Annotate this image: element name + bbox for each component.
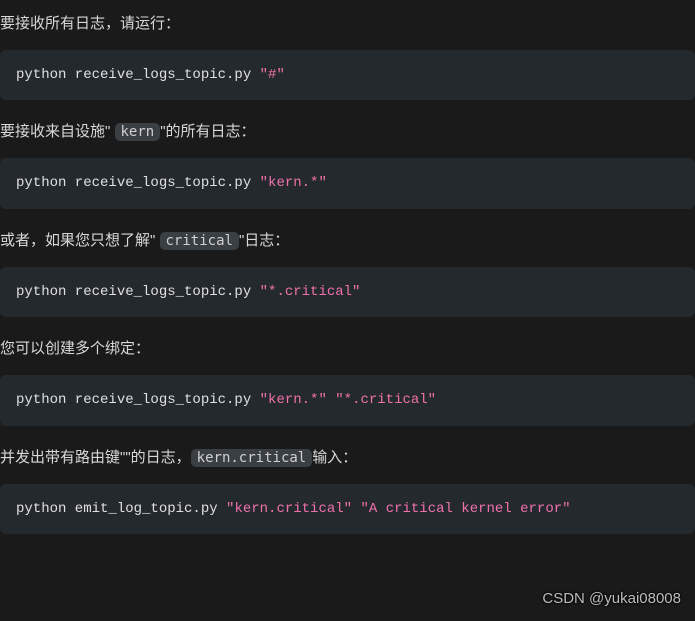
code-arg: "*.critical" <box>335 392 436 408</box>
inline-code: critical <box>160 232 239 250</box>
paragraph: 要接收所有日志，请运行： <box>0 0 695 40</box>
inline-code: kern <box>115 123 161 141</box>
code-cmd: python emit_log_topic.py <box>16 501 226 517</box>
paragraph: 要接收来自设施" kern"的所有日志： <box>0 108 695 148</box>
code-arg: "#" <box>260 67 285 83</box>
code-arg: "*.critical" <box>260 284 361 300</box>
code-cmd: python receive_logs_topic.py <box>16 67 260 83</box>
code-block[interactable]: python receive_logs_topic.py "*.critical… <box>0 267 695 317</box>
space <box>327 392 335 408</box>
paragraph: 并发出带有路由键""的日志，kern.critical输入： <box>0 434 695 474</box>
text: 并发出带有路由键""的日志， <box>0 449 191 466</box>
code-block[interactable]: python receive_logs_topic.py "#" <box>0 50 695 100</box>
text: "的所有日志： <box>160 123 255 140</box>
text: 您可以创建多个绑定： <box>0 340 150 357</box>
text: 或者，如果您只想了解" <box>0 232 160 249</box>
text: 要接收所有日志，请运行： <box>0 15 180 32</box>
paragraph: 或者，如果您只想了解" critical"日志： <box>0 217 695 257</box>
code-cmd: python receive_logs_topic.py <box>16 392 260 408</box>
code-block[interactable]: python receive_logs_topic.py "kern.*" <box>0 158 695 208</box>
code-arg: "kern.*" <box>260 175 327 191</box>
code-cmd: python receive_logs_topic.py <box>16 175 260 191</box>
text: "日志： <box>239 232 289 249</box>
paragraph: 您可以创建多个绑定： <box>0 325 695 365</box>
code-block[interactable]: python receive_logs_topic.py "kern.*" "*… <box>0 375 695 425</box>
code-block[interactable]: python emit_log_topic.py "kern.critical"… <box>0 484 695 534</box>
article-content: 要接收所有日志，请运行： python receive_logs_topic.p… <box>0 0 695 534</box>
text: 输入： <box>312 449 357 466</box>
code-arg: "A critical kernel error" <box>360 501 570 517</box>
text: 要接收来自设施" <box>0 123 115 140</box>
code-cmd: python receive_logs_topic.py <box>16 284 260 300</box>
inline-code: kern.critical <box>191 449 313 467</box>
code-arg: "kern.*" <box>260 392 327 408</box>
watermark: CSDN @yukai08008 <box>542 587 681 611</box>
code-arg: "kern.critical" <box>226 501 352 517</box>
